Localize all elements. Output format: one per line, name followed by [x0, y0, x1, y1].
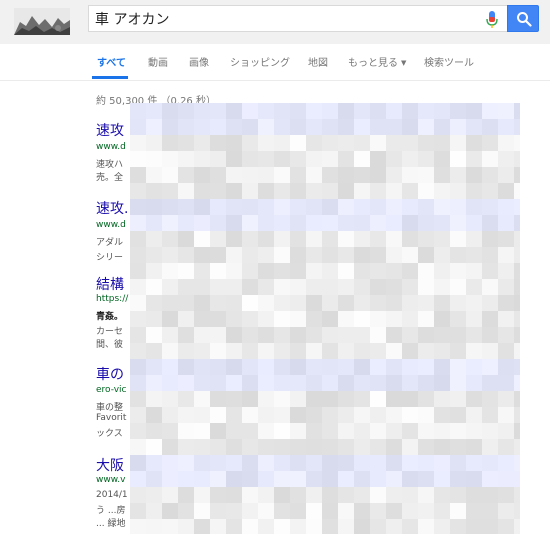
result-title[interactable]: 速攻. — [96, 198, 128, 218]
result-title[interactable]: 大阪 — [96, 455, 124, 475]
tab-all[interactable]: すべて — [97, 54, 126, 69]
search-box[interactable] — [88, 5, 507, 32]
result-url: www.v — [96, 475, 126, 485]
result-snippet: カーセ — [96, 327, 124, 337]
microphone-icon[interactable] — [485, 10, 499, 29]
result-snippet: 間、彼 — [96, 340, 124, 350]
result-title[interactable]: 速攻 — [96, 120, 124, 140]
result-snippet: 2014/1 — [96, 490, 128, 500]
tab-images[interactable]: 画像 — [189, 54, 209, 69]
result-title[interactable]: 車の — [96, 364, 124, 384]
result-snippet: ... 緑地 — [96, 519, 126, 529]
tab-maps[interactable]: 地図 — [308, 54, 328, 69]
search-input[interactable] — [95, 8, 475, 30]
tab-shopping[interactable]: ショッピング — [230, 54, 290, 69]
tab-more-label: もっと見る — [348, 58, 398, 69]
result-url: www.d — [96, 220, 126, 230]
tab-more[interactable]: もっと見る ▼ — [348, 54, 406, 69]
result-snippet: 青姦。 — [96, 312, 124, 322]
doodle-logo[interactable] — [14, 8, 70, 35]
active-tab-indicator — [92, 76, 128, 79]
search-button[interactable] — [507, 5, 539, 32]
search-tabs: すべて 動画 画像 ショッピング 地図 もっと見る ▼ 検索ツール — [0, 44, 550, 81]
result-url: www.d — [96, 142, 126, 152]
result-snippet: アダル — [96, 238, 124, 248]
result-url: https:// — [96, 294, 129, 304]
result-snippet: Favorit — [96, 413, 127, 423]
top-bar — [0, 0, 550, 45]
result-snippet: 速攻ハ — [96, 160, 124, 170]
result-snippet: う ...房 — [96, 506, 126, 516]
tab-videos[interactable]: 動画 — [148, 54, 168, 69]
result-url: ero-vic — [96, 385, 127, 395]
result-snippet: 売。全 — [96, 173, 124, 183]
pixelated-censor-overlay — [130, 103, 520, 534]
result-snippet: ックス — [96, 429, 123, 439]
result-snippet: シリー — [96, 253, 124, 263]
caret-down-icon: ▼ — [401, 59, 407, 67]
tab-search-tools[interactable]: 検索ツール — [424, 54, 474, 69]
result-snippet: 車の整 — [96, 403, 124, 413]
result-title[interactable]: 結構 — [96, 274, 124, 294]
magnifier-icon — [517, 12, 532, 27]
